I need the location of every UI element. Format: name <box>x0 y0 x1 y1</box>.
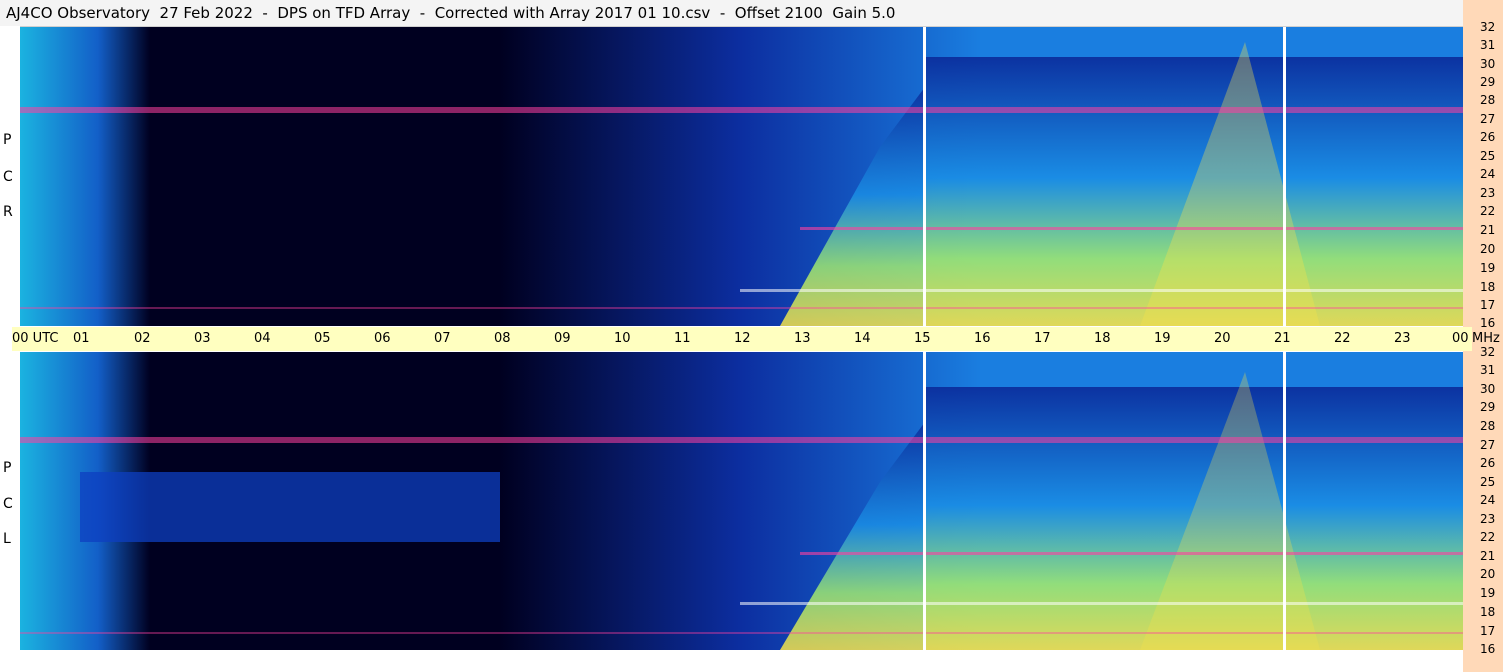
freq-label-top-25: 25 <box>1480 149 1496 163</box>
time-label-24: 00 <box>1452 331 1469 346</box>
time-label-20: 20 <box>1214 331 1231 346</box>
freq-label-bottom-19: 19 <box>1480 586 1496 600</box>
time-label-23: 23 <box>1394 331 1411 346</box>
time-label-08: 08 <box>494 331 511 346</box>
rcp-spectrogram-image <box>20 27 1463 326</box>
freq-label-top-31: 31 <box>1480 38 1496 52</box>
freq-label-bottom-25: 25 <box>1480 475 1496 489</box>
freq-label-top-22: 22 <box>1480 204 1496 218</box>
freq-label-top-21: 21 <box>1480 223 1496 237</box>
lcp-letter-3: L <box>3 531 11 547</box>
lcp-spectrogram-image <box>20 352 1463 650</box>
freq-label-top-29: 29 <box>1480 75 1496 89</box>
time-label-00: 00 UTC <box>12 331 59 346</box>
time-label-02: 02 <box>134 331 151 346</box>
rcp-letter-2: C <box>3 169 13 185</box>
freq-label-top-26: 26 <box>1480 130 1496 144</box>
freq-label-top-18: 18 <box>1480 280 1496 294</box>
freq-label-bottom-31: 31 <box>1480 363 1496 377</box>
freq-label-bottom-17: 17 <box>1480 624 1496 638</box>
freq-label-bottom-27: 27 <box>1480 438 1496 452</box>
freq-label-top-28: 28 <box>1480 93 1496 107</box>
rcp-spectrogram <box>20 27 1463 326</box>
time-label-11: 11 <box>674 331 691 346</box>
rcp-letter-3: R <box>3 204 13 220</box>
freq-label-bottom-28: 28 <box>1480 419 1496 433</box>
lcp-letter-1: P <box>3 460 12 476</box>
freq-label-bottom-23: 23 <box>1480 512 1496 526</box>
time-axis: 00 UTC 01 02 03 04 05 06 07 08 09 10 11 … <box>12 327 1500 351</box>
freq-label-bottom-32: 32 <box>1480 345 1496 359</box>
time-label-15: 15 <box>914 331 931 346</box>
time-label-21: 21 <box>1274 331 1291 346</box>
freq-label-bottom-29: 29 <box>1480 400 1496 414</box>
freq-label-top-24: 24 <box>1480 167 1496 181</box>
freq-label-bottom-26: 26 <box>1480 456 1496 470</box>
freq-label-top-32: 32 <box>1480 20 1496 34</box>
time-label-17: 17 <box>1034 331 1051 346</box>
time-label-22: 22 <box>1334 331 1351 346</box>
freq-label-top-17: 17 <box>1480 298 1496 312</box>
time-label-06: 06 <box>374 331 391 346</box>
freq-label-top-30: 30 <box>1480 57 1496 71</box>
time-label-12: 12 <box>734 331 751 346</box>
freq-label-top-19: 19 <box>1480 261 1496 275</box>
freq-label-top-27: 27 <box>1480 112 1496 126</box>
freq-label-bottom-18: 18 <box>1480 605 1496 619</box>
freq-label-bottom-24: 24 <box>1480 493 1496 507</box>
chart-title: AJ4CO Observatory 27 Feb 2022 - DPS on T… <box>6 4 896 22</box>
time-label-09: 09 <box>554 331 571 346</box>
freq-label-bottom-21: 21 <box>1480 549 1496 563</box>
freq-label-bottom-16: 16 <box>1480 642 1496 656</box>
title-bar: AJ4CO Observatory 27 Feb 2022 - DPS on T… <box>0 0 1463 27</box>
time-label-16: 16 <box>974 331 991 346</box>
freq-label-top-20: 20 <box>1480 242 1496 256</box>
time-label-03: 03 <box>194 331 211 346</box>
freq-label-bottom-20: 20 <box>1480 567 1496 581</box>
time-label-13: 13 <box>794 331 811 346</box>
time-label-18: 18 <box>1094 331 1111 346</box>
freq-label-bottom-30: 30 <box>1480 382 1496 396</box>
time-label-04: 04 <box>254 331 271 346</box>
time-label-19: 19 <box>1154 331 1171 346</box>
time-label-10: 10 <box>614 331 631 346</box>
rcp-letter-1: P <box>3 132 12 148</box>
freq-label-top-23: 23 <box>1480 186 1496 200</box>
lcp-spectrogram <box>20 352 1463 650</box>
time-label-14: 14 <box>854 331 871 346</box>
time-label-01: 01 <box>73 331 90 346</box>
frequency-unit-label: MHz <box>1472 331 1500 346</box>
time-label-05: 05 <box>314 331 331 346</box>
freq-label-top-16: 16 <box>1480 316 1496 330</box>
freq-label-bottom-22: 22 <box>1480 530 1496 544</box>
lcp-letter-2: C <box>3 496 13 512</box>
time-label-07: 07 <box>434 331 451 346</box>
